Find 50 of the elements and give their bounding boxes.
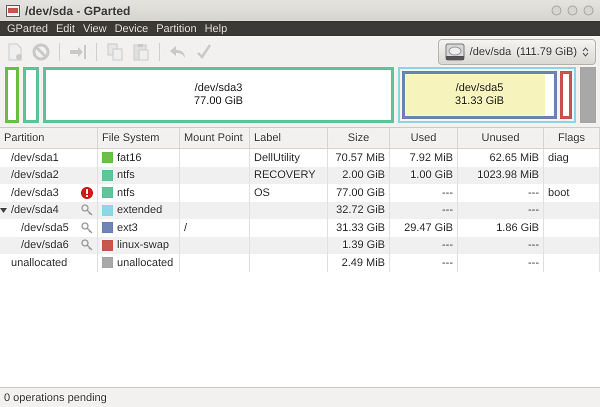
resize-arrow-icon (69, 44, 87, 60)
column-header[interactable]: Partition (0, 128, 98, 148)
partition-block[interactable] (23, 67, 39, 123)
window-control-icon[interactable] (583, 5, 594, 16)
partition-size: 77.00 GiB (194, 95, 243, 108)
logical-partition-block[interactable] (560, 71, 572, 119)
column-header[interactable]: Unused (458, 128, 544, 148)
column-header[interactable]: Size (328, 128, 390, 148)
partition-cell: unallocated (0, 254, 98, 272)
undo-arrow-icon (169, 44, 187, 60)
partition-block[interactable] (5, 67, 19, 123)
partition-name: /dev/sda3 (194, 82, 242, 95)
window-control-icon[interactable] (551, 5, 562, 16)
menu-item[interactable]: View (78, 22, 111, 34)
partition-size: 31.33 GiB (455, 95, 504, 108)
menu-item[interactable]: Help (200, 22, 232, 34)
menu-item[interactable]: Edit (52, 22, 79, 34)
key-icon (81, 222, 93, 234)
device-selector[interactable]: /dev/sda (111.79 GiB) (438, 38, 596, 64)
partition-block[interactable]: /dev/sda3 77.00 GiB (43, 67, 394, 123)
column-header[interactable]: Used (390, 128, 458, 148)
size-cell: 2.49 MiB (328, 254, 390, 272)
filesystem-cell: unallocated (98, 254, 180, 272)
checkmark-icon (196, 44, 212, 60)
menu-item[interactable]: Partition (152, 22, 201, 34)
up-down-caret-icon (582, 46, 589, 58)
extended-partition[interactable]: /dev/sda5 31.33 GiB (398, 67, 576, 123)
error-icon (81, 186, 93, 199)
status-text: 0 operations pending (4, 392, 107, 404)
column-header[interactable]: Flags (544, 128, 600, 148)
column-header[interactable]: File System (98, 128, 180, 148)
window-title: /dev/sda - GParted (25, 4, 132, 18)
menu-item[interactable]: GParted (3, 22, 52, 34)
no-entry-icon (32, 42, 50, 60)
unused-cell: --- (458, 254, 544, 272)
column-header[interactable]: Mount Point (180, 128, 250, 148)
new-document-icon (7, 42, 23, 60)
used-cell: --- (390, 254, 458, 272)
partition-name: /dev/sda5 (456, 82, 504, 95)
clipboard-icon (133, 42, 149, 60)
copy-icon (107, 42, 123, 60)
window-app-icon (6, 4, 20, 16)
menu-item[interactable]: Device (110, 22, 152, 34)
key-icon (81, 239, 93, 252)
key-icon (81, 204, 93, 216)
window-control-icon[interactable] (567, 5, 578, 16)
logical-partition-block[interactable]: /dev/sda5 31.33 GiB (402, 71, 557, 119)
column-header[interactable]: Label (250, 128, 328, 148)
unallocated-space[interactable] (580, 67, 596, 123)
expander-icon[interactable] (0, 206, 7, 214)
